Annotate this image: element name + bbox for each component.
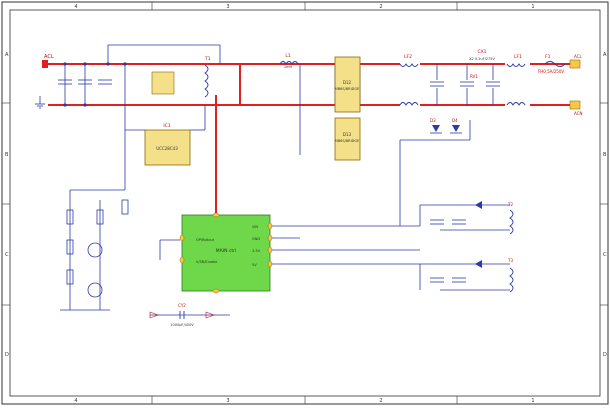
secondary-winding-2	[509, 267, 514, 293]
col-label-2: 3	[226, 4, 229, 10]
emi-caps	[430, 64, 500, 105]
feedback-transistors	[66, 199, 129, 298]
fuse-ref: F1	[545, 54, 551, 60]
diode-1-symbol	[432, 125, 440, 132]
lf1-bottom-coil	[506, 102, 526, 106]
transformer-t1: T1	[204, 56, 211, 98]
main-ctrl-pin-right-2: GND	[252, 237, 260, 241]
lf2-ref: LF2	[404, 54, 412, 60]
diode-1-ref: D3	[430, 118, 436, 123]
signal-wires	[60, 44, 510, 316]
cx-ref: CX1	[477, 49, 486, 55]
row-label-d-right: D	[603, 352, 607, 358]
row-label-a-right: A	[603, 52, 607, 58]
secondary-caps	[430, 219, 466, 283]
main-ctrl-pin-right-3: 3.3V	[252, 249, 261, 253]
schematic-sheet: 4 3 2 1 4 3 2 1 A B C D A B C D ACL IC1 …	[0, 0, 610, 406]
lf1-ref: LF1	[514, 54, 522, 60]
ac-l-label: ACL	[574, 54, 582, 59]
bridge-1-part: MB6S/BRIDGE	[335, 87, 360, 91]
lf2-top-coil	[399, 63, 419, 67]
secondary-2-ref: T3	[507, 258, 513, 263]
bridge-rectifiers: D12 MB6S/BRIDGE D13 MB6S/BRIDGE	[334, 56, 361, 161]
main-ctrl-pin-right-4: 5V	[252, 263, 257, 267]
ac-l-terminal	[569, 59, 581, 69]
fuse-value: FH0.5A/250V	[538, 69, 564, 74]
main-ctrl-module: MAIN ctrl OP/Rollout V/SB/Enable VIN GND…	[179, 212, 273, 294]
diode-pair: D3 D4	[430, 118, 462, 134]
secondary-diode-1	[475, 201, 482, 209]
feedback-resistors	[66, 199, 129, 285]
emi-filter: LF2 LF1 CX1 X2 0.1uF/275V RV1	[399, 49, 526, 106]
row-label-b-right: B	[603, 152, 607, 158]
col-label-bottom-2: 3	[226, 398, 229, 404]
controller-ic-part: UCC28C43	[156, 146, 178, 151]
gnd-symbol-left	[35, 96, 45, 109]
bottom-cap-value: 1000pF/400V	[170, 323, 194, 327]
ac-n-terminal	[569, 100, 581, 110]
row-label-c-right: C	[603, 252, 607, 258]
row-label-c: C	[5, 252, 9, 258]
inductor-l1: L1 1mH	[279, 53, 299, 69]
controller-ic-ref: IC1	[163, 123, 170, 129]
bridge-2-ref: D13	[343, 132, 352, 137]
junction-dots-left	[63, 62, 127, 107]
ac-n-label: ACN	[574, 111, 582, 116]
inductor-value: 1mH	[284, 65, 293, 69]
diode-2-symbol	[452, 125, 460, 132]
col-label-1: 4	[74, 4, 77, 10]
acl-label: ACL	[44, 54, 54, 60]
secondary-diode-2	[475, 260, 482, 268]
lf1-top-coil	[506, 63, 526, 67]
main-ctrl-pin-right-1: VIN	[252, 225, 258, 229]
input-section: ACL	[35, 54, 127, 109]
diode-2-ref: D4	[452, 118, 458, 123]
row-label-b: B	[5, 152, 9, 158]
bottom-cap-ref: CY2	[178, 303, 186, 308]
col-label-3: 2	[379, 4, 382, 10]
main-ctrl-pin-left-2: V/SB/Enable	[196, 260, 217, 264]
controller-ic: IC1 UCC28C43	[144, 71, 191, 166]
lf2-bottom-coil	[399, 102, 419, 106]
rv-ref: RV1	[470, 74, 478, 79]
col-label-4: 1	[531, 4, 534, 10]
secondary-1-ref: T2	[507, 202, 513, 207]
main-ctrl-name: MAIN ctrl	[216, 248, 236, 254]
row-label-d: D	[5, 352, 9, 358]
main-ctrl-pin-left-1: OP/Rollout	[196, 238, 215, 242]
inductor-ref: L1	[285, 53, 291, 59]
acl-terminal	[42, 60, 48, 68]
power-nets	[48, 63, 570, 215]
col-label-bottom-1: 4	[74, 398, 77, 404]
bridge-2-part: MB6S/BRIDGE	[335, 139, 360, 143]
row-label-a: A	[5, 52, 9, 58]
secondary-outputs: T2 T3	[430, 201, 514, 293]
transformer-ref: T1	[204, 56, 211, 62]
frame-ticks	[2, 2, 608, 404]
bridge-1-ref: D12	[343, 80, 352, 85]
cx-value: X2 0.1uF/275V	[469, 57, 495, 61]
sheet-frame	[1, 1, 609, 405]
secondary-winding-1	[509, 209, 514, 235]
col-label-bottom-4: 1	[531, 398, 534, 404]
col-label-bottom-3: 2	[379, 398, 382, 404]
opto-body	[151, 71, 175, 95]
